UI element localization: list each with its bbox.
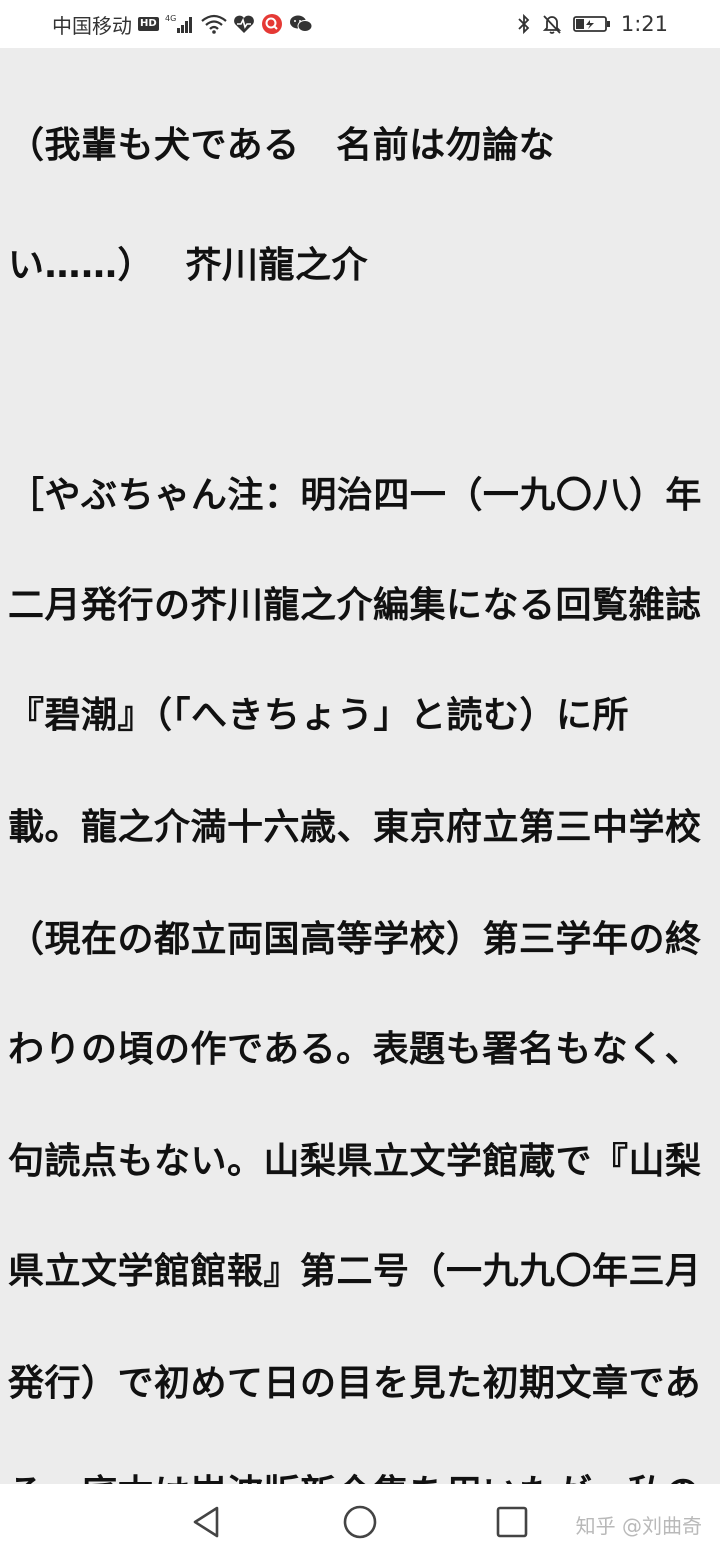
status-left: 中国移动 HD 4G bbox=[52, 9, 313, 39]
wechat-icon bbox=[289, 14, 313, 34]
back-icon bbox=[193, 1506, 219, 1538]
network-type: 4G bbox=[165, 14, 176, 23]
home-button[interactable] bbox=[340, 1502, 380, 1542]
bluetooth-icon bbox=[517, 13, 531, 35]
article-line: わりの頃の作である。表題も署名もなく、 bbox=[8, 1029, 702, 1070]
battery-icon bbox=[572, 14, 611, 34]
status-bar: 中国移动 HD 4G 1:21 bbox=[0, 0, 720, 48]
article-line: 句読点もない。山梨県立文学館蔵で『山梨 bbox=[8, 1141, 702, 1182]
back-button[interactable] bbox=[186, 1502, 226, 1542]
article-content: （我輩も犬である 名前は勿論な い……） 芥川龍之介 ［やぶちゃん注：明治四一（… bbox=[0, 48, 720, 1484]
heart-rate-icon bbox=[233, 14, 255, 34]
article-line: 県立文学館館報』第二号（一九九〇年三月 bbox=[8, 1251, 702, 1292]
mute-bell-icon bbox=[541, 13, 563, 35]
home-icon bbox=[343, 1505, 377, 1539]
article-line: る。底本は岩波版新全集を用いたが、私の bbox=[8, 1464, 720, 1484]
article-line: い……） 芥川龍之介 bbox=[8, 245, 369, 286]
article-line: 二月発行の芥川龍之介編集になる回覧雑誌 bbox=[8, 585, 702, 626]
search-app-icon bbox=[261, 13, 283, 35]
clock: 1:21 bbox=[620, 12, 668, 36]
status-right: 1:21 bbox=[517, 9, 668, 39]
article-line: （我輩も犬である 名前は勿論な bbox=[8, 125, 556, 166]
article-line: 発行）で初めて日の目を見た初期文章であ bbox=[8, 1363, 702, 1404]
article-line: 『碧潮』（「へきちょう」と読む）に所 bbox=[8, 695, 630, 736]
article-line: ［やぶちゃん注：明治四一（一九〇八）年 bbox=[8, 475, 702, 516]
recents-icon bbox=[496, 1506, 528, 1538]
carrier-name: 中国移动 bbox=[52, 13, 132, 38]
watermark: 知乎 @刘曲奇 bbox=[575, 1514, 702, 1538]
hd-badge: HD bbox=[138, 17, 159, 31]
navigation-bar: 知乎 @刘曲奇 bbox=[0, 1484, 720, 1560]
wifi-icon bbox=[200, 14, 227, 34]
article-line: 載。龍之介満十六歳、東京府立第三中学校 bbox=[8, 807, 702, 848]
signal-icon: 4G bbox=[165, 13, 195, 35]
recents-button[interactable] bbox=[492, 1502, 532, 1542]
article-line: （現在の都立両国高等学校）第三学年の終 bbox=[8, 919, 702, 960]
